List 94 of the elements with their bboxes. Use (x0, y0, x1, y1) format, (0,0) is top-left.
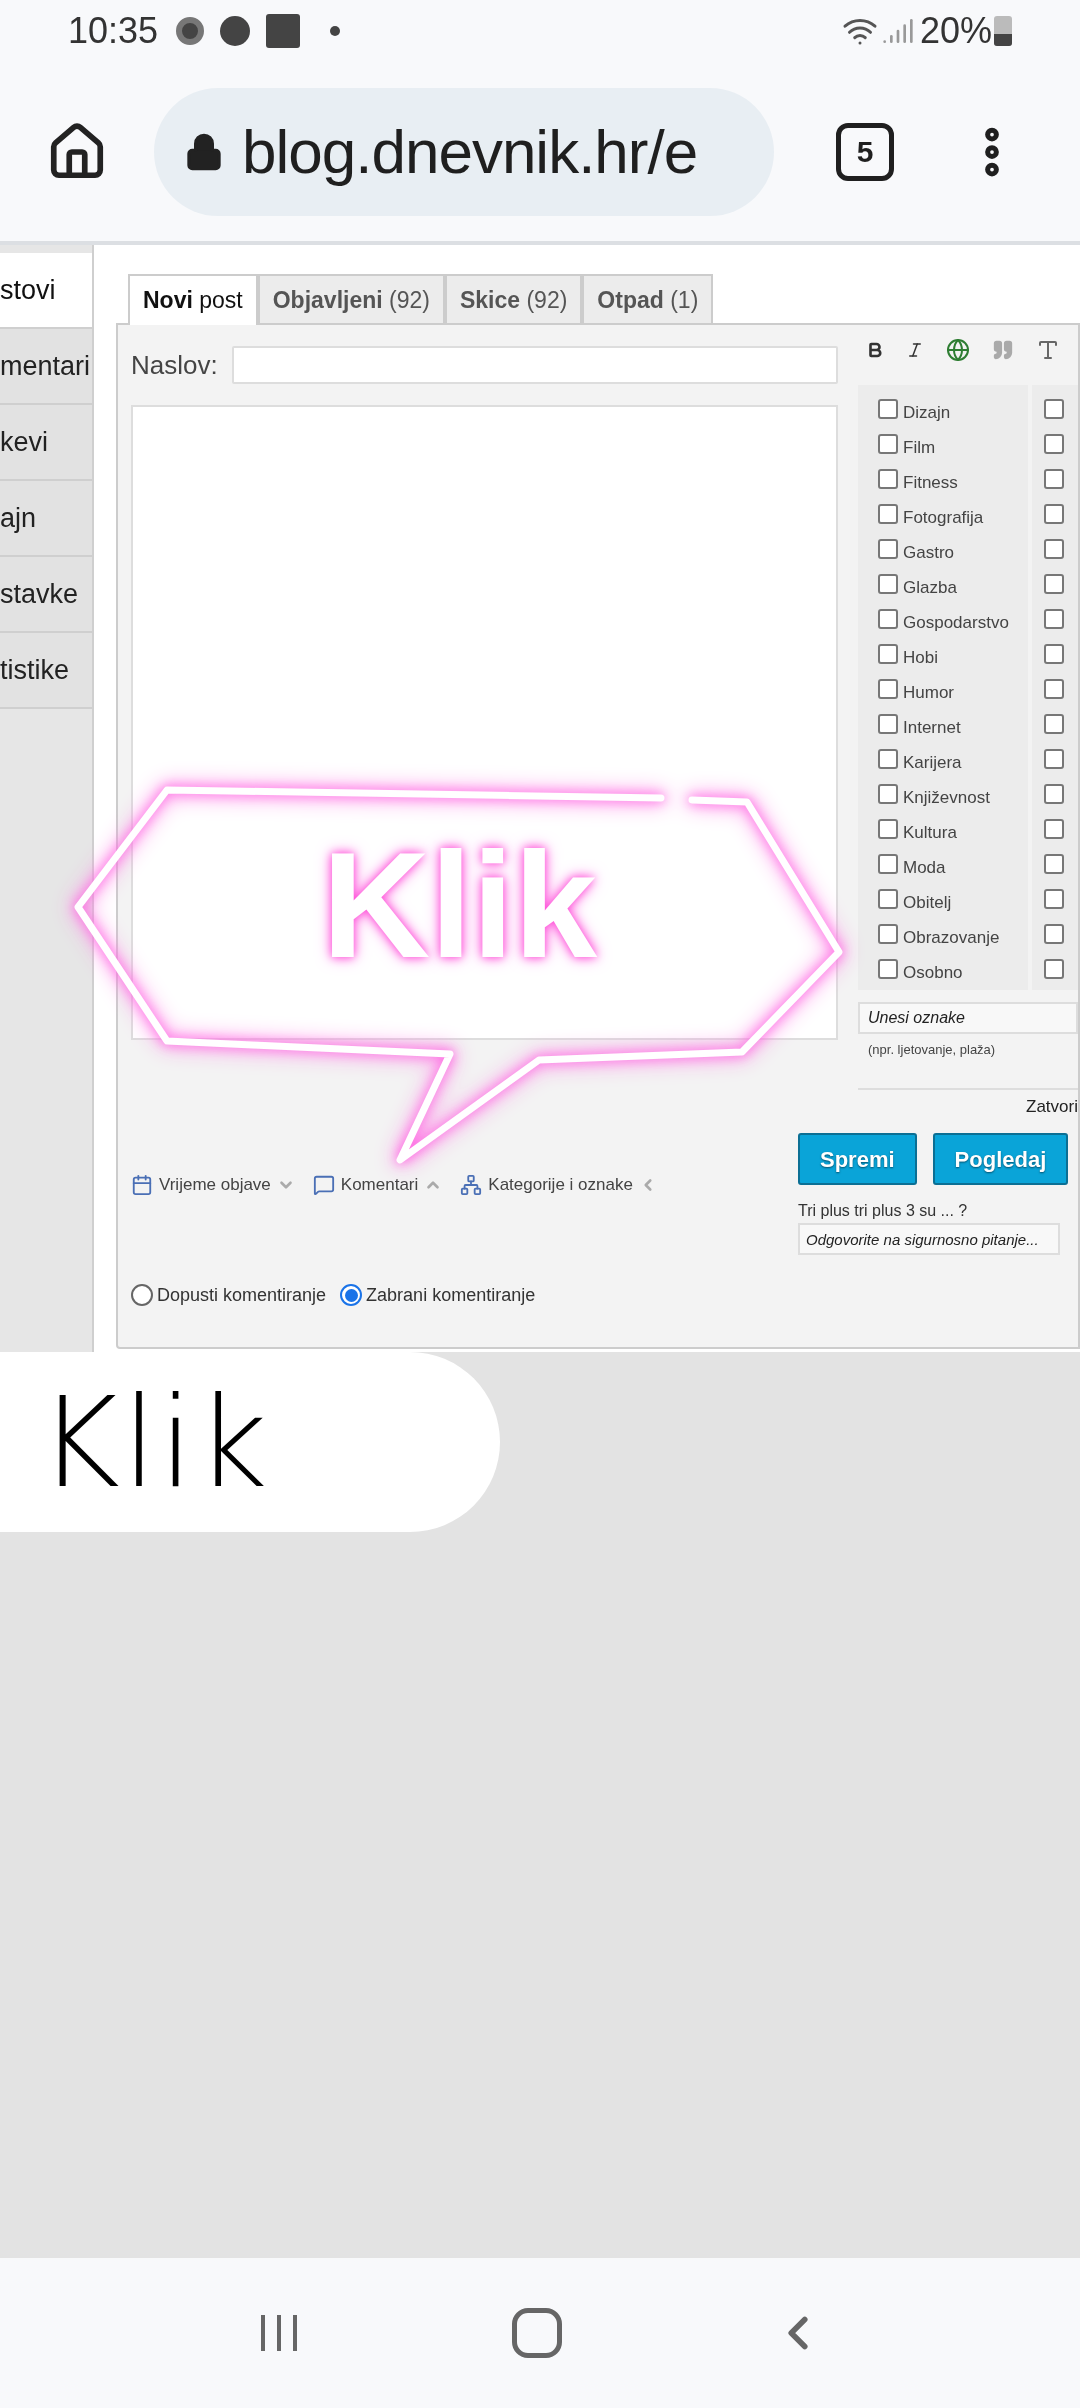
checkbox[interactable] (1044, 923, 1064, 944)
lock-icon (184, 131, 224, 172)
checkbox[interactable] (1044, 713, 1064, 734)
category-label: Karijera (903, 751, 962, 774)
category-label: Obitelj (903, 891, 952, 914)
radio-button[interactable] (131, 1284, 153, 1306)
clock: 10:35 (68, 9, 159, 53)
sticker-text: Klik (38, 1379, 270, 1505)
checkbox[interactable] (1044, 433, 1064, 454)
checkbox[interactable] (1044, 398, 1064, 419)
option-link[interactable]: Komentari (340, 1172, 419, 1198)
tags-hint: (npr. ljetovanje, plaža) (867, 1041, 997, 1059)
radio-label: Zabrani komentiranje (366, 1283, 536, 1307)
tab[interactable]: Objavljeni (92) (257, 274, 445, 325)
checkbox[interactable] (878, 713, 898, 734)
home-button-icon[interactable] (512, 2308, 562, 2358)
option-link[interactable]: Kategorije i oznake (488, 1172, 633, 1198)
checkbox[interactable] (878, 433, 898, 454)
sidebar-item[interactable]: tistike (0, 633, 92, 709)
category-label: Dizajn (903, 401, 951, 424)
categories-icon (460, 1173, 483, 1196)
security-question: Tri plus tri plus 3 su ... ? (798, 1201, 969, 1221)
category-label: Humor (903, 681, 954, 704)
checkbox[interactable] (878, 678, 898, 699)
option-link[interactable]: Vrijeme objave (159, 1172, 271, 1198)
radio-label: Dopusti komentiranje (157, 1283, 327, 1307)
checkbox[interactable] (1044, 643, 1064, 664)
close-link[interactable]: Zatvori (1026, 1093, 1078, 1119)
checkbox[interactable] (1044, 573, 1064, 594)
checkbox[interactable] (1044, 958, 1064, 979)
tab[interactable]: Skice (92) (444, 274, 583, 325)
sidebar-item[interactable]: ajn (0, 481, 92, 557)
bold-icon[interactable] (866, 341, 884, 359)
category-label: Hobi (903, 646, 938, 669)
checkbox[interactable] (878, 643, 898, 664)
checkbox[interactable] (1044, 678, 1064, 699)
checkbox[interactable] (878, 468, 898, 489)
category-label: Moda (903, 856, 946, 879)
tab[interactable]: Otpad (1) (582, 274, 714, 325)
app-icon (266, 14, 301, 48)
calendar-icon (131, 1173, 153, 1196)
tab-count[interactable]: 5 (836, 122, 894, 181)
globe-icon[interactable] (946, 338, 970, 362)
battery-level: 20% (919, 9, 992, 53)
url-text: blog.dnevnik.hr/e (242, 116, 698, 188)
checkbox[interactable] (1044, 818, 1064, 839)
checkbox[interactable] (878, 503, 898, 524)
checkbox[interactable] (878, 958, 898, 979)
tab[interactable]: Novi post (128, 274, 258, 325)
address-bar[interactable]: blog.dnevnik.hr/e (154, 87, 774, 216)
checkbox[interactable] (1044, 748, 1064, 769)
checkbox[interactable] (878, 888, 898, 909)
text-size-icon[interactable] (1036, 338, 1060, 362)
sidebar-item[interactable]: stavke (0, 557, 92, 633)
checkbox[interactable] (1044, 503, 1064, 524)
category-label: Osobno (903, 961, 963, 984)
category-label: Književnost (903, 786, 990, 809)
security-answer-field[interactable]: Odgovorite na sigurnosno pitanje... (798, 1223, 1060, 1255)
app-icon (176, 17, 205, 45)
checkbox[interactable] (878, 853, 898, 874)
checkbox[interactable] (1044, 468, 1064, 489)
checkbox[interactable] (878, 748, 898, 769)
checkbox[interactable] (1044, 888, 1064, 909)
checkbox[interactable] (1044, 608, 1064, 629)
checkbox[interactable] (1044, 538, 1064, 559)
tags-field[interactable]: Unesi oznake (858, 1002, 1078, 1034)
checkbox[interactable] (1044, 783, 1064, 804)
category-label: Gastro (903, 541, 955, 564)
checkbox[interactable] (878, 538, 898, 559)
checkbox[interactable] (878, 608, 898, 629)
category-label: Glazba (903, 576, 957, 599)
battery-icon (994, 16, 1012, 46)
checkbox[interactable] (878, 818, 898, 839)
checkbox[interactable] (1044, 853, 1064, 874)
category-label: Obrazovanje (903, 926, 1000, 949)
title-field[interactable] (231, 346, 838, 384)
sidebar-item[interactable]: mentari (0, 329, 92, 405)
category-label: Internet (903, 716, 961, 739)
category-label: Film (903, 436, 936, 459)
sidebar-item[interactable]: stovi (0, 253, 92, 329)
comment-icon (312, 1173, 335, 1196)
sidebar-item[interactable]: kevi (0, 405, 92, 481)
category-label: Fotografija (903, 506, 984, 529)
checkbox[interactable] (878, 783, 898, 804)
category-label: Fitness (903, 471, 958, 494)
category-label: Gospodarstvo (903, 611, 1009, 634)
radio-button[interactable] (340, 1284, 363, 1306)
field-label: Naslov: (131, 348, 218, 382)
checkbox[interactable] (878, 573, 898, 594)
checkbox[interactable] (878, 923, 898, 944)
checkbox[interactable] (878, 398, 898, 419)
italic-icon[interactable] (906, 341, 924, 359)
category-label: Kultura (903, 821, 957, 844)
app-icon (220, 16, 251, 46)
